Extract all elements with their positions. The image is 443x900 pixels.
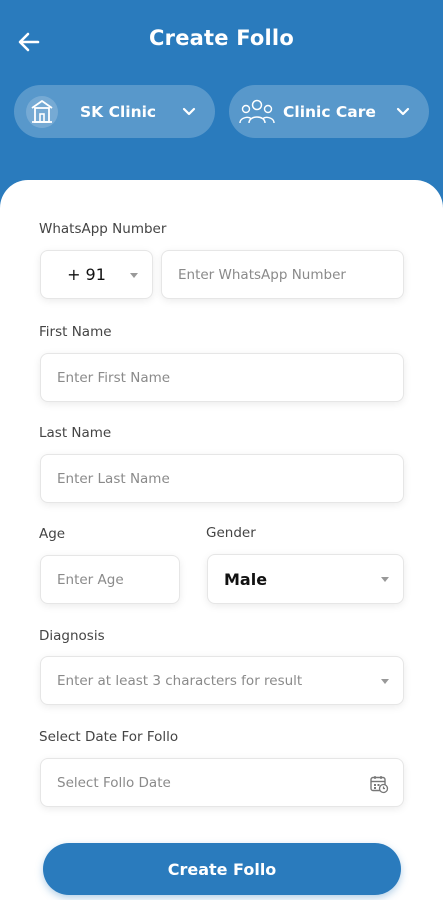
diagnosis-label: Diagnosis <box>39 628 105 644</box>
create-follo-button[interactable]: Create Follo <box>43 843 401 895</box>
country-code-value: + 91 <box>67 265 106 284</box>
age-input[interactable]: Enter Age <box>40 555 180 604</box>
whatsapp-input[interactable]: Enter WhatsApp Number <box>161 250 404 299</box>
diagnosis-placeholder: Enter at least 3 characters for result <box>57 672 303 689</box>
follo-date-label: Select Date For Follo <box>39 729 179 745</box>
caret-down-icon <box>130 272 138 278</box>
care-selector[interactable]: Clinic Care <box>229 85 429 138</box>
caret-down-icon <box>381 678 389 684</box>
gender-select[interactable]: Male <box>207 554 404 604</box>
age-placeholder: Enter Age <box>57 571 124 588</box>
age-label: Age <box>39 526 66 542</box>
footer-bar: Create Follo <box>0 825 443 900</box>
first-name-label: First Name <box>39 324 112 340</box>
last-name-placeholder: Enter Last Name <box>57 470 170 487</box>
first-name-placeholder: Enter First Name <box>57 369 171 386</box>
clinic-selector[interactable]: SK Clinic <box>14 85 215 138</box>
caret-down-icon <box>381 577 389 582</box>
country-code-select[interactable]: + 91 <box>40 250 153 299</box>
whatsapp-placeholder: Enter WhatsApp Number <box>178 266 346 283</box>
app-header: Create Follo SK Clinic Clinic Care <box>0 0 443 200</box>
page-title: Create Follo <box>149 26 294 50</box>
last-name-label: Last Name <box>39 425 112 441</box>
last-name-input[interactable]: Enter Last Name <box>40 454 404 503</box>
follo-date-placeholder: Select Follo Date <box>57 774 171 791</box>
follo-date-input[interactable]: Select Follo Date <box>40 758 404 807</box>
diagnosis-select[interactable]: Enter at least 3 characters for result <box>40 656 404 705</box>
building-icon <box>22 92 62 132</box>
group-icon <box>237 92 277 132</box>
chevron-down-icon <box>396 107 410 116</box>
calendar-icon[interactable] <box>369 774 389 794</box>
first-name-input[interactable]: Enter First Name <box>40 353 404 402</box>
chevron-down-icon <box>182 107 196 116</box>
care-selector-label: Clinic Care <box>283 102 376 121</box>
clinic-selector-label: SK Clinic <box>80 102 157 121</box>
gender-value: Male <box>224 569 268 589</box>
whatsapp-label: WhatsApp Number <box>39 221 167 237</box>
gender-label: Gender <box>206 525 256 541</box>
form-card: WhatsApp Number + 91 Enter WhatsApp Numb… <box>0 180 443 825</box>
